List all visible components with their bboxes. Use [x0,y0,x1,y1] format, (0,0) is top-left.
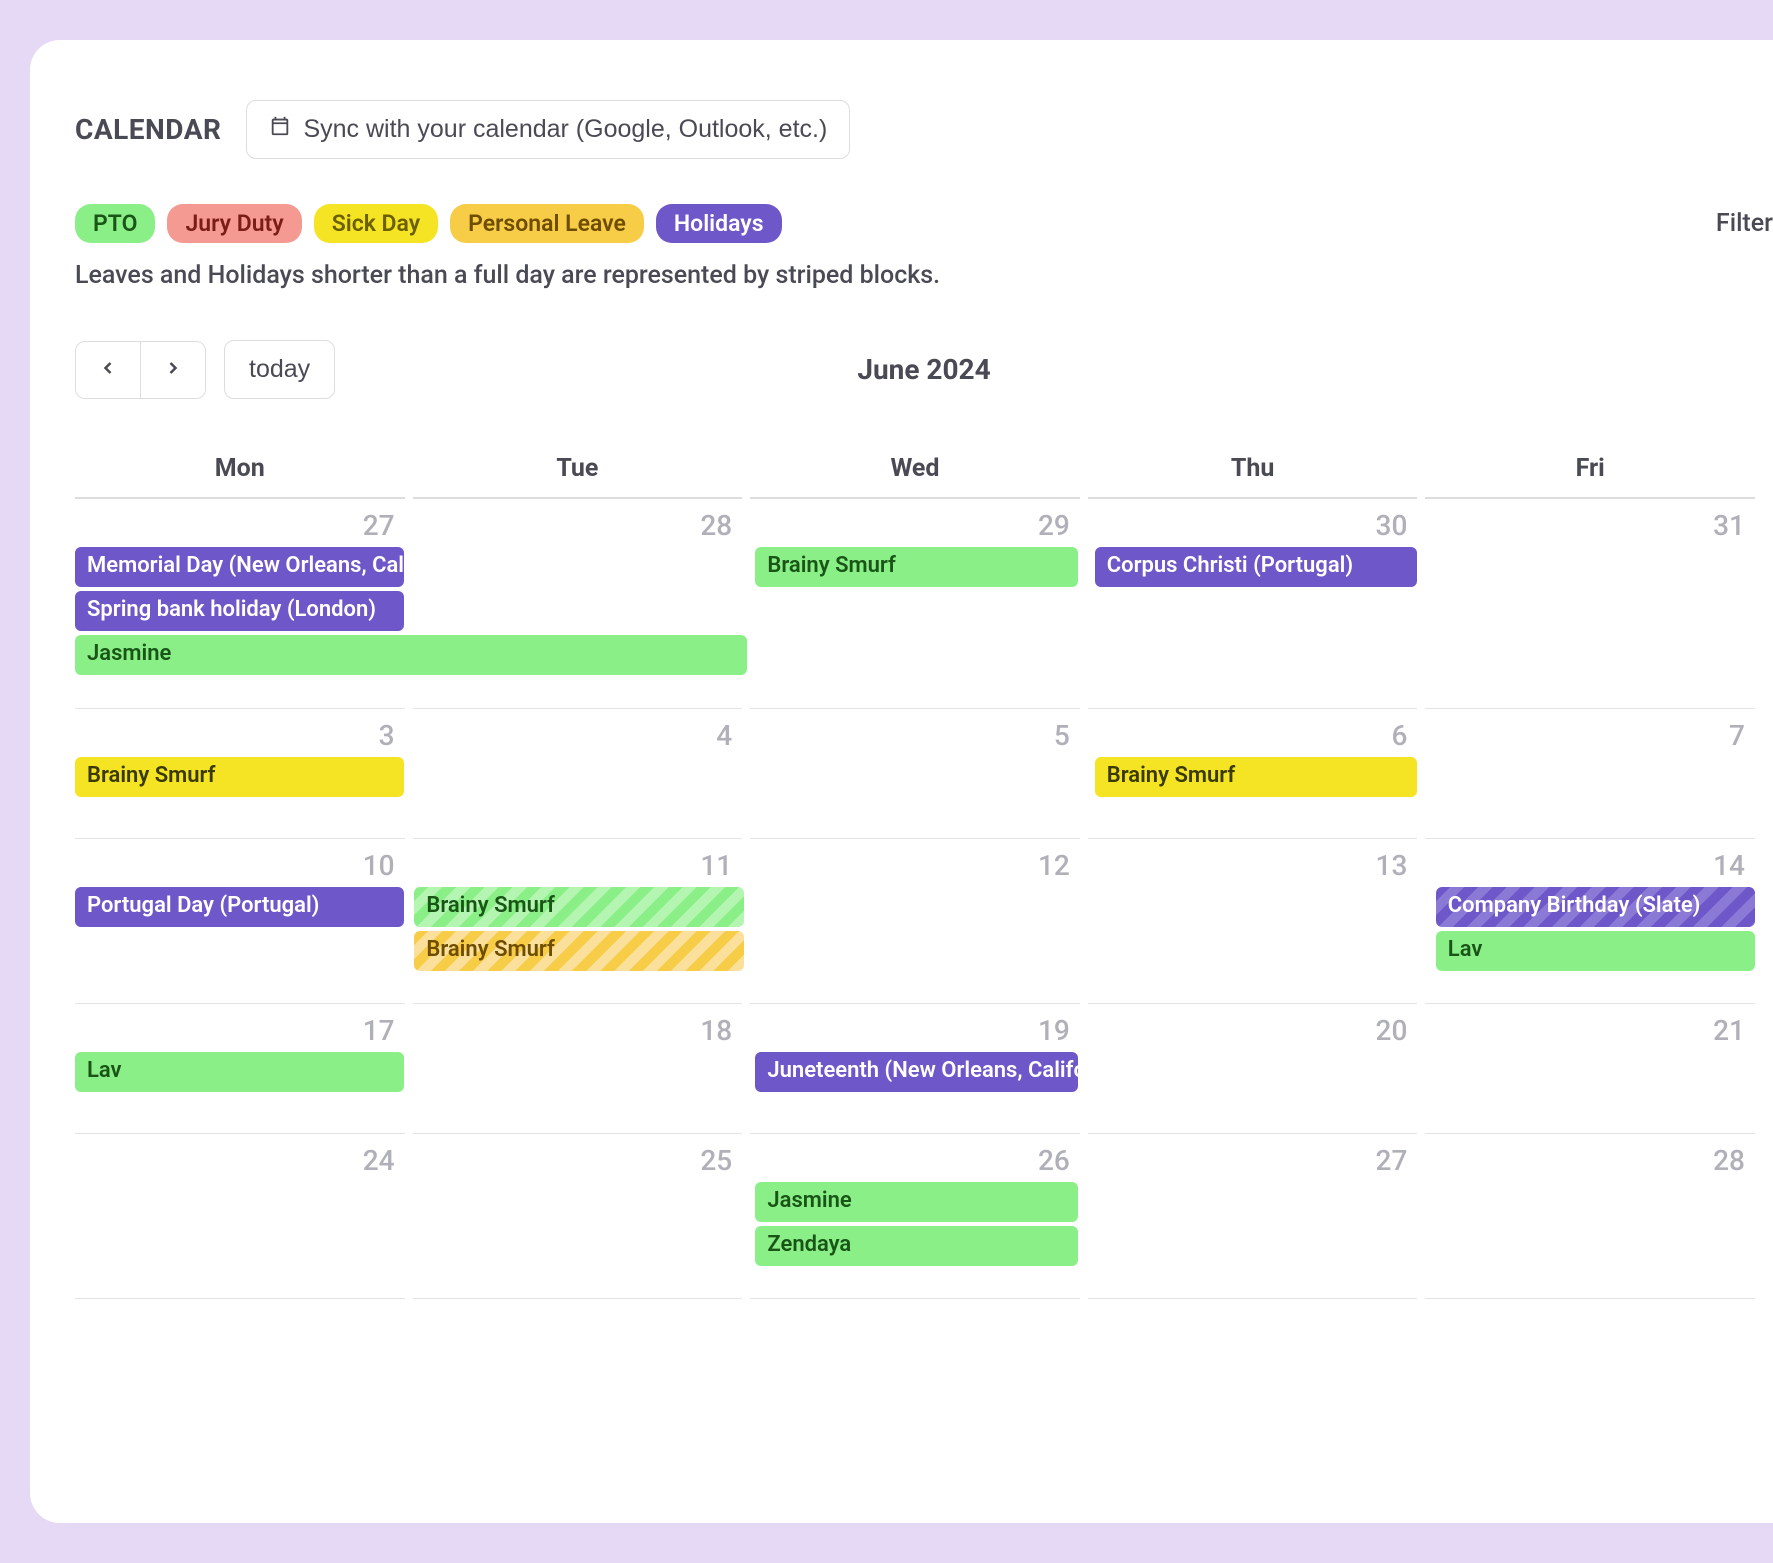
day-number: 20 [1088,1008,1418,1049]
day-number: 18 [413,1008,743,1049]
event-pto[interactable]: Lav [1436,931,1755,971]
event-holiday-partial[interactable]: Company Birthday (Slate) [1436,887,1755,927]
day-number: 7 [1425,713,1755,754]
sync-label: Sync with your calendar (Google, Outlook… [303,115,827,144]
day-cell[interactable]: 28 [413,499,743,709]
day-cell[interactable]: 28 [1425,1134,1755,1299]
week-row: 27 28 29 30 31 Memorial Day (New Orleans… [75,499,1755,709]
day-cell[interactable]: 30 [1088,499,1418,709]
day-header-thu: Thu [1088,454,1418,499]
prev-month-button[interactable] [76,342,141,398]
day-cell[interactable]: 27 [1088,1134,1418,1299]
event-pto-partial[interactable]: Brainy Smurf [414,887,743,927]
event-holiday[interactable]: Juneteenth (New Orleans, California) [755,1052,1078,1092]
event-pto[interactable]: Brainy Smurf [755,547,1078,587]
day-header-mon: Mon [75,454,405,499]
day-number: 29 [750,503,1080,544]
day-number: 21 [1425,1008,1755,1049]
day-number: 17 [75,1008,405,1049]
legend-jury-duty[interactable]: Jury Duty [167,204,301,243]
event-pto[interactable]: Jasmine [75,635,747,675]
event-pto[interactable]: Zendaya [755,1226,1078,1266]
day-header-wed: Wed [750,454,1080,499]
day-number: 28 [413,503,743,544]
next-month-button[interactable] [141,342,205,398]
day-number: 5 [750,713,1080,754]
week-row: 17 18 19 20 21 Lav Juneteenth (New Orlea… [75,1004,1755,1134]
event-personal-partial[interactable]: Brainy Smurf [414,931,743,971]
day-header-fri: Fri [1425,454,1755,499]
legend-sick-day[interactable]: Sick Day [314,204,438,243]
filter-button[interactable]: Filter [1716,209,1773,238]
legend-holidays[interactable]: Holidays [656,204,782,243]
page-title: CALENDAR [75,113,221,146]
day-cell[interactable]: 21 [1425,1004,1755,1134]
day-number: 10 [75,843,405,884]
day-number: 19 [750,1008,1080,1049]
day-number: 24 [75,1138,405,1179]
event-sick[interactable]: Brainy Smurf [1095,757,1418,797]
day-number: 27 [1088,1138,1418,1179]
day-cell[interactable]: 5 [750,709,1080,839]
event-sick[interactable]: Brainy Smurf [75,757,404,797]
day-cell[interactable]: 29 [750,499,1080,709]
day-number: 11 [413,843,743,884]
event-holiday[interactable]: Memorial Day (New Orleans, California) [75,547,404,587]
legend-note: Leaves and Holidays shorter than a full … [75,261,1773,290]
week-row: 24 25 26 27 28 Jasmine Zendaya [75,1134,1755,1299]
event-pto[interactable]: Lav [75,1052,404,1092]
legend-pto[interactable]: PTO [75,204,155,243]
day-cell[interactable]: 31 [1425,499,1755,709]
day-cell[interactable]: 13 [1088,839,1418,1004]
day-header-tue: Tue [413,454,743,499]
nav-arrows [75,341,206,399]
day-cell[interactable]: 20 [1088,1004,1418,1134]
day-number: 6 [1088,713,1418,754]
day-cell[interactable]: 4 [413,709,743,839]
day-cell[interactable]: 25 [413,1134,743,1299]
event-holiday[interactable]: Portugal Day (Portugal) [75,887,404,927]
today-button[interactable]: today [224,340,335,399]
day-number: 14 [1425,843,1755,884]
day-cell[interactable]: 24 [75,1134,405,1299]
day-number: 4 [413,713,743,754]
calendar-grid: Mon Tue Wed Thu Fri 27 28 29 30 31 Memor… [75,454,1755,1299]
day-cell[interactable]: 7 [1425,709,1755,839]
legend-personal-leave[interactable]: Personal Leave [450,204,644,243]
day-number: 26 [750,1138,1080,1179]
day-number: 13 [1088,843,1418,884]
sync-calendar-button[interactable]: Sync with your calendar (Google, Outlook… [246,100,850,159]
week-row: 3 4 5 6 7 Brainy Smurf Brainy Smurf [75,709,1755,839]
day-number: 27 [75,503,405,544]
day-number: 30 [1088,503,1418,544]
day-number: 3 [75,713,405,754]
calendar-icon [269,115,291,144]
event-holiday[interactable]: Corpus Christi (Portugal) [1095,547,1418,587]
day-number: 25 [413,1138,743,1179]
day-number: 28 [1425,1138,1755,1179]
day-number: 31 [1425,503,1755,544]
day-number: 12 [750,843,1080,884]
event-pto[interactable]: Jasmine [755,1182,1078,1222]
day-cell[interactable]: 18 [413,1004,743,1134]
day-cell[interactable]: 12 [750,839,1080,1004]
calendar-panel: CALENDAR Sync with your calendar (Google… [30,40,1773,1523]
event-holiday[interactable]: Spring bank holiday (London) [75,591,404,631]
week-row: 10 11 12 13 14 Portugal Day (Portugal) B… [75,839,1755,1004]
